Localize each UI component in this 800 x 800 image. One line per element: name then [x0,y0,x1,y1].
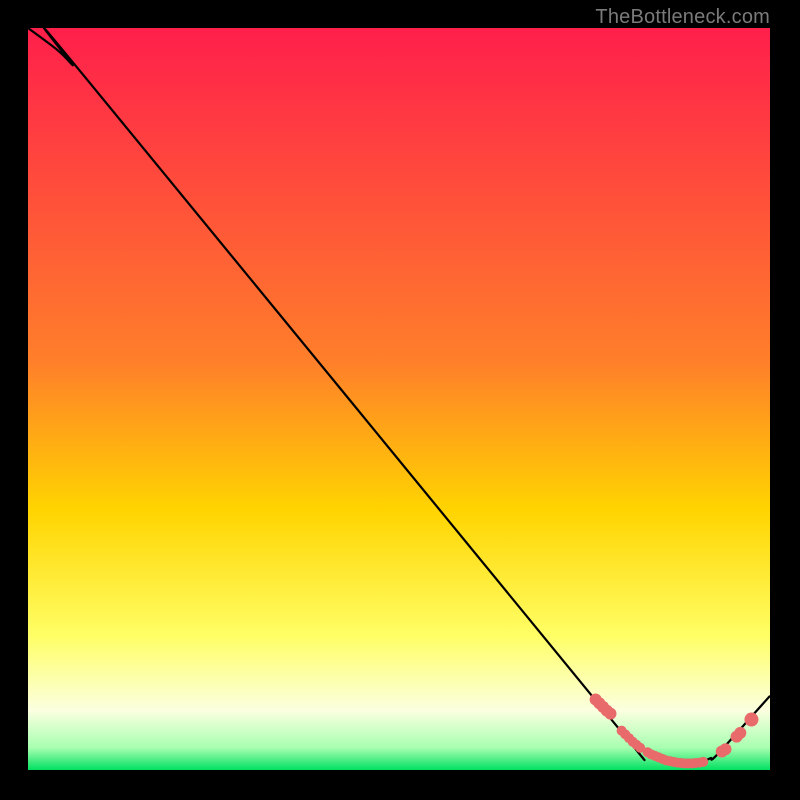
attribution-label: TheBottleneck.com [595,6,770,29]
chart-svg [28,28,770,770]
data-point [698,757,708,767]
data-point [604,708,616,720]
chart-stage: TheBottleneck.com [0,0,800,800]
gradient-background [28,28,770,770]
data-point [719,743,731,755]
plot-area [28,28,770,770]
data-point [734,727,746,739]
data-point [744,713,758,727]
